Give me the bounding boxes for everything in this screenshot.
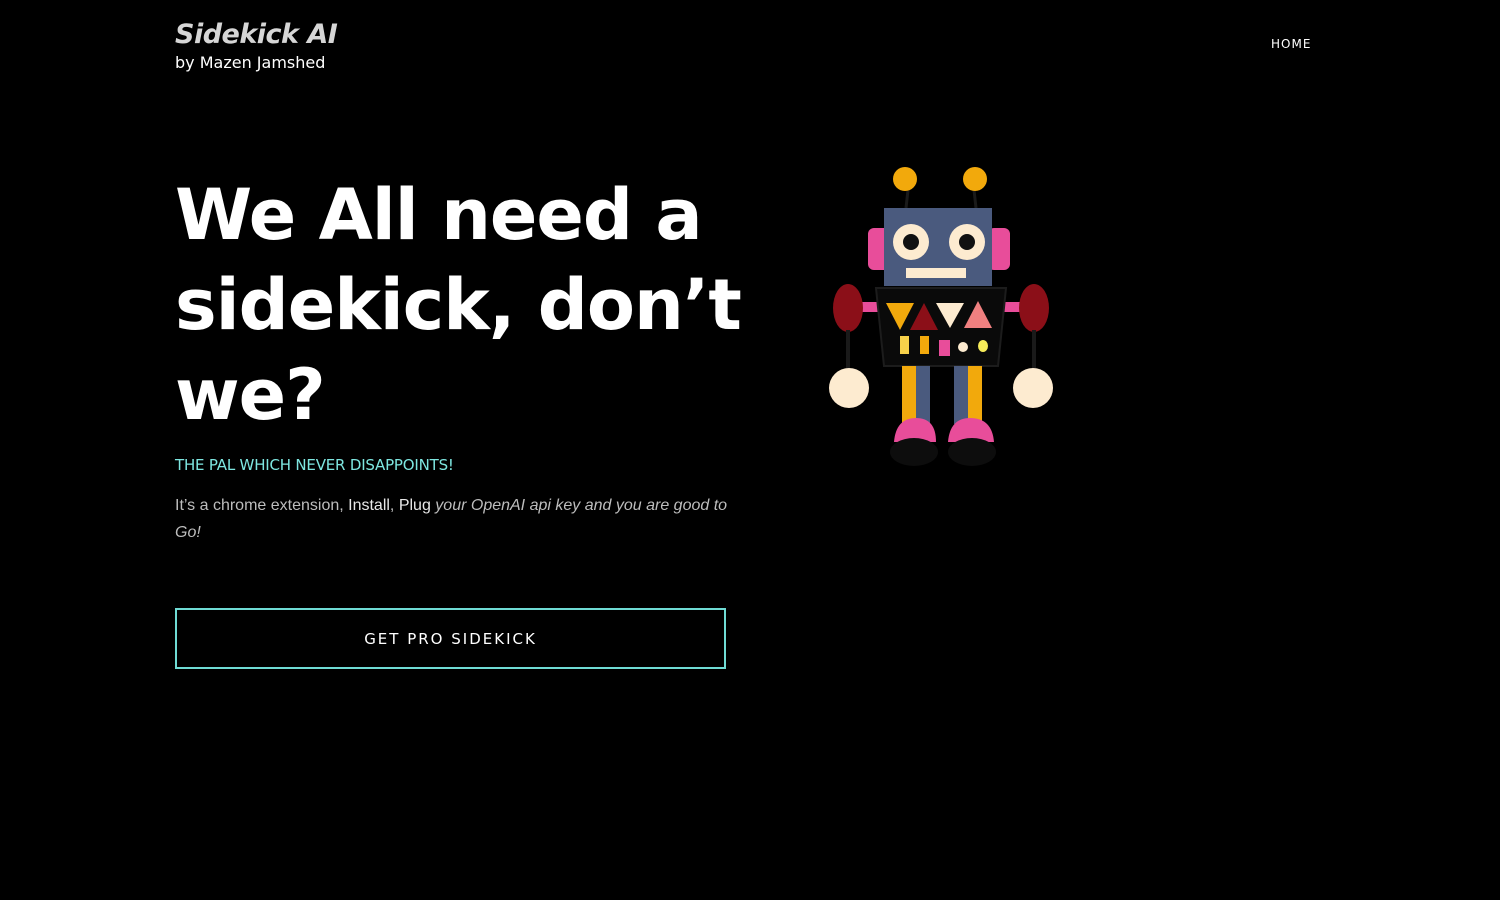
hero-description: It’s a chrome extension, Install, Plug y… [175, 492, 730, 546]
brand-subtitle: by Mazen Jamshed [175, 53, 326, 72]
nav-home-link[interactable]: HOME [1271, 37, 1311, 51]
description-install: Install [348, 497, 390, 514]
description-plug: Plug [398, 497, 431, 514]
hero-heading: We All need a sidekick, don’t we? [175, 170, 775, 440]
brand-title[interactable]: Sidekick AI [175, 18, 338, 52]
description-text: It’s a chrome extension, [175, 497, 349, 514]
hero-heading-line-2: sidekick, don’t [175, 264, 742, 346]
robot-illustration [829, 167, 1053, 466]
brand[interactable]: Sidekick AI by Mazen Jamshed [175, 18, 338, 73]
get-pro-sidekick-button[interactable]: GET PRO SIDEKICK [175, 608, 726, 669]
hero-heading-line-3: we? [175, 354, 326, 436]
site-header: Sidekick AI by Mazen Jamshed HOME [0, 0, 1500, 90]
hero-tagline: THE PAL WHICH NEVER DISAPPOINTS! [175, 456, 454, 474]
description-comma: , [389, 497, 399, 514]
hero-heading-line-1: We All need a [175, 174, 703, 256]
